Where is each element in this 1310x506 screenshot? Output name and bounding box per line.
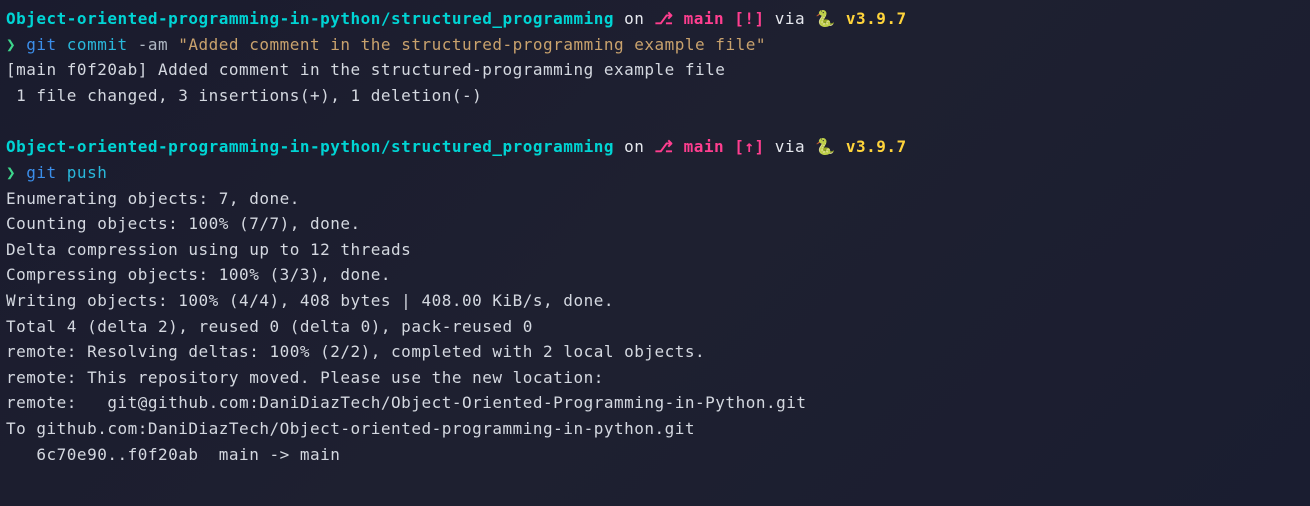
output-line: 6c70e90..f0f20ab main -> main xyxy=(6,442,1304,468)
path-segment: Object-oriented-programming-in-python/st… xyxy=(6,137,614,156)
output-line: Delta compression using up to 12 threads xyxy=(6,237,1304,263)
git-status-badge: [!] xyxy=(734,9,764,28)
python-version: v3.9.7 xyxy=(846,137,907,156)
python-version: v3.9.7 xyxy=(846,9,907,28)
on-text: on xyxy=(614,137,655,156)
git-subcommand: push xyxy=(67,163,108,182)
blank-line xyxy=(6,108,1304,134)
branch-icon: ⎇ xyxy=(655,137,674,156)
output-line: Compressing objects: 100% (3/3), done. xyxy=(6,262,1304,288)
via-text: via xyxy=(765,9,816,28)
commit-message: "Added comment in the structured-program… xyxy=(178,35,766,54)
output-line: Total 4 (delta 2), reused 0 (delta 0), p… xyxy=(6,314,1304,340)
output-line: remote: git@github.com:DaniDiazTech/Obje… xyxy=(6,390,1304,416)
path-segment: Object-oriented-programming-in-python/st… xyxy=(6,9,614,28)
output-line: Enumerating objects: 7, done. xyxy=(6,186,1304,212)
git-command: git xyxy=(26,163,67,182)
output-line: 1 file changed, 3 insertions(+), 1 delet… xyxy=(6,83,1304,109)
prompt-char: ❯ xyxy=(6,35,26,54)
on-text: on xyxy=(614,9,655,28)
git-status-badge: [↑] xyxy=(734,137,764,156)
output-line: Counting objects: 100% (7/7), done. xyxy=(6,211,1304,237)
command-line-2: ❯ git push xyxy=(6,160,1304,186)
branch-name: main xyxy=(673,137,734,156)
snake-icon: 🐍 xyxy=(815,6,846,32)
output-line: remote: Resolving deltas: 100% (2/2), co… xyxy=(6,339,1304,365)
prompt-line-1: Object-oriented-programming-in-python/st… xyxy=(6,6,1304,32)
git-flag: -am xyxy=(138,35,179,54)
output-line: remote: This repository moved. Please us… xyxy=(6,365,1304,391)
git-subcommand: commit xyxy=(67,35,138,54)
prompt-line-2: Object-oriented-programming-in-python/st… xyxy=(6,134,1304,160)
branch-name: main xyxy=(673,9,734,28)
command-line-1: ❯ git commit -am "Added comment in the s… xyxy=(6,32,1304,58)
output-line: [main f0f20ab] Added comment in the stru… xyxy=(6,57,1304,83)
terminal-output[interactable]: Object-oriented-programming-in-python/st… xyxy=(6,6,1304,467)
prompt-char: ❯ xyxy=(6,163,26,182)
branch-icon: ⎇ xyxy=(655,9,674,28)
via-text: via xyxy=(765,137,816,156)
snake-icon: 🐍 xyxy=(815,134,846,160)
git-command: git xyxy=(26,35,67,54)
output-line: To github.com:DaniDiazTech/Object-orient… xyxy=(6,416,1304,442)
output-line: Writing objects: 100% (4/4), 408 bytes |… xyxy=(6,288,1304,314)
